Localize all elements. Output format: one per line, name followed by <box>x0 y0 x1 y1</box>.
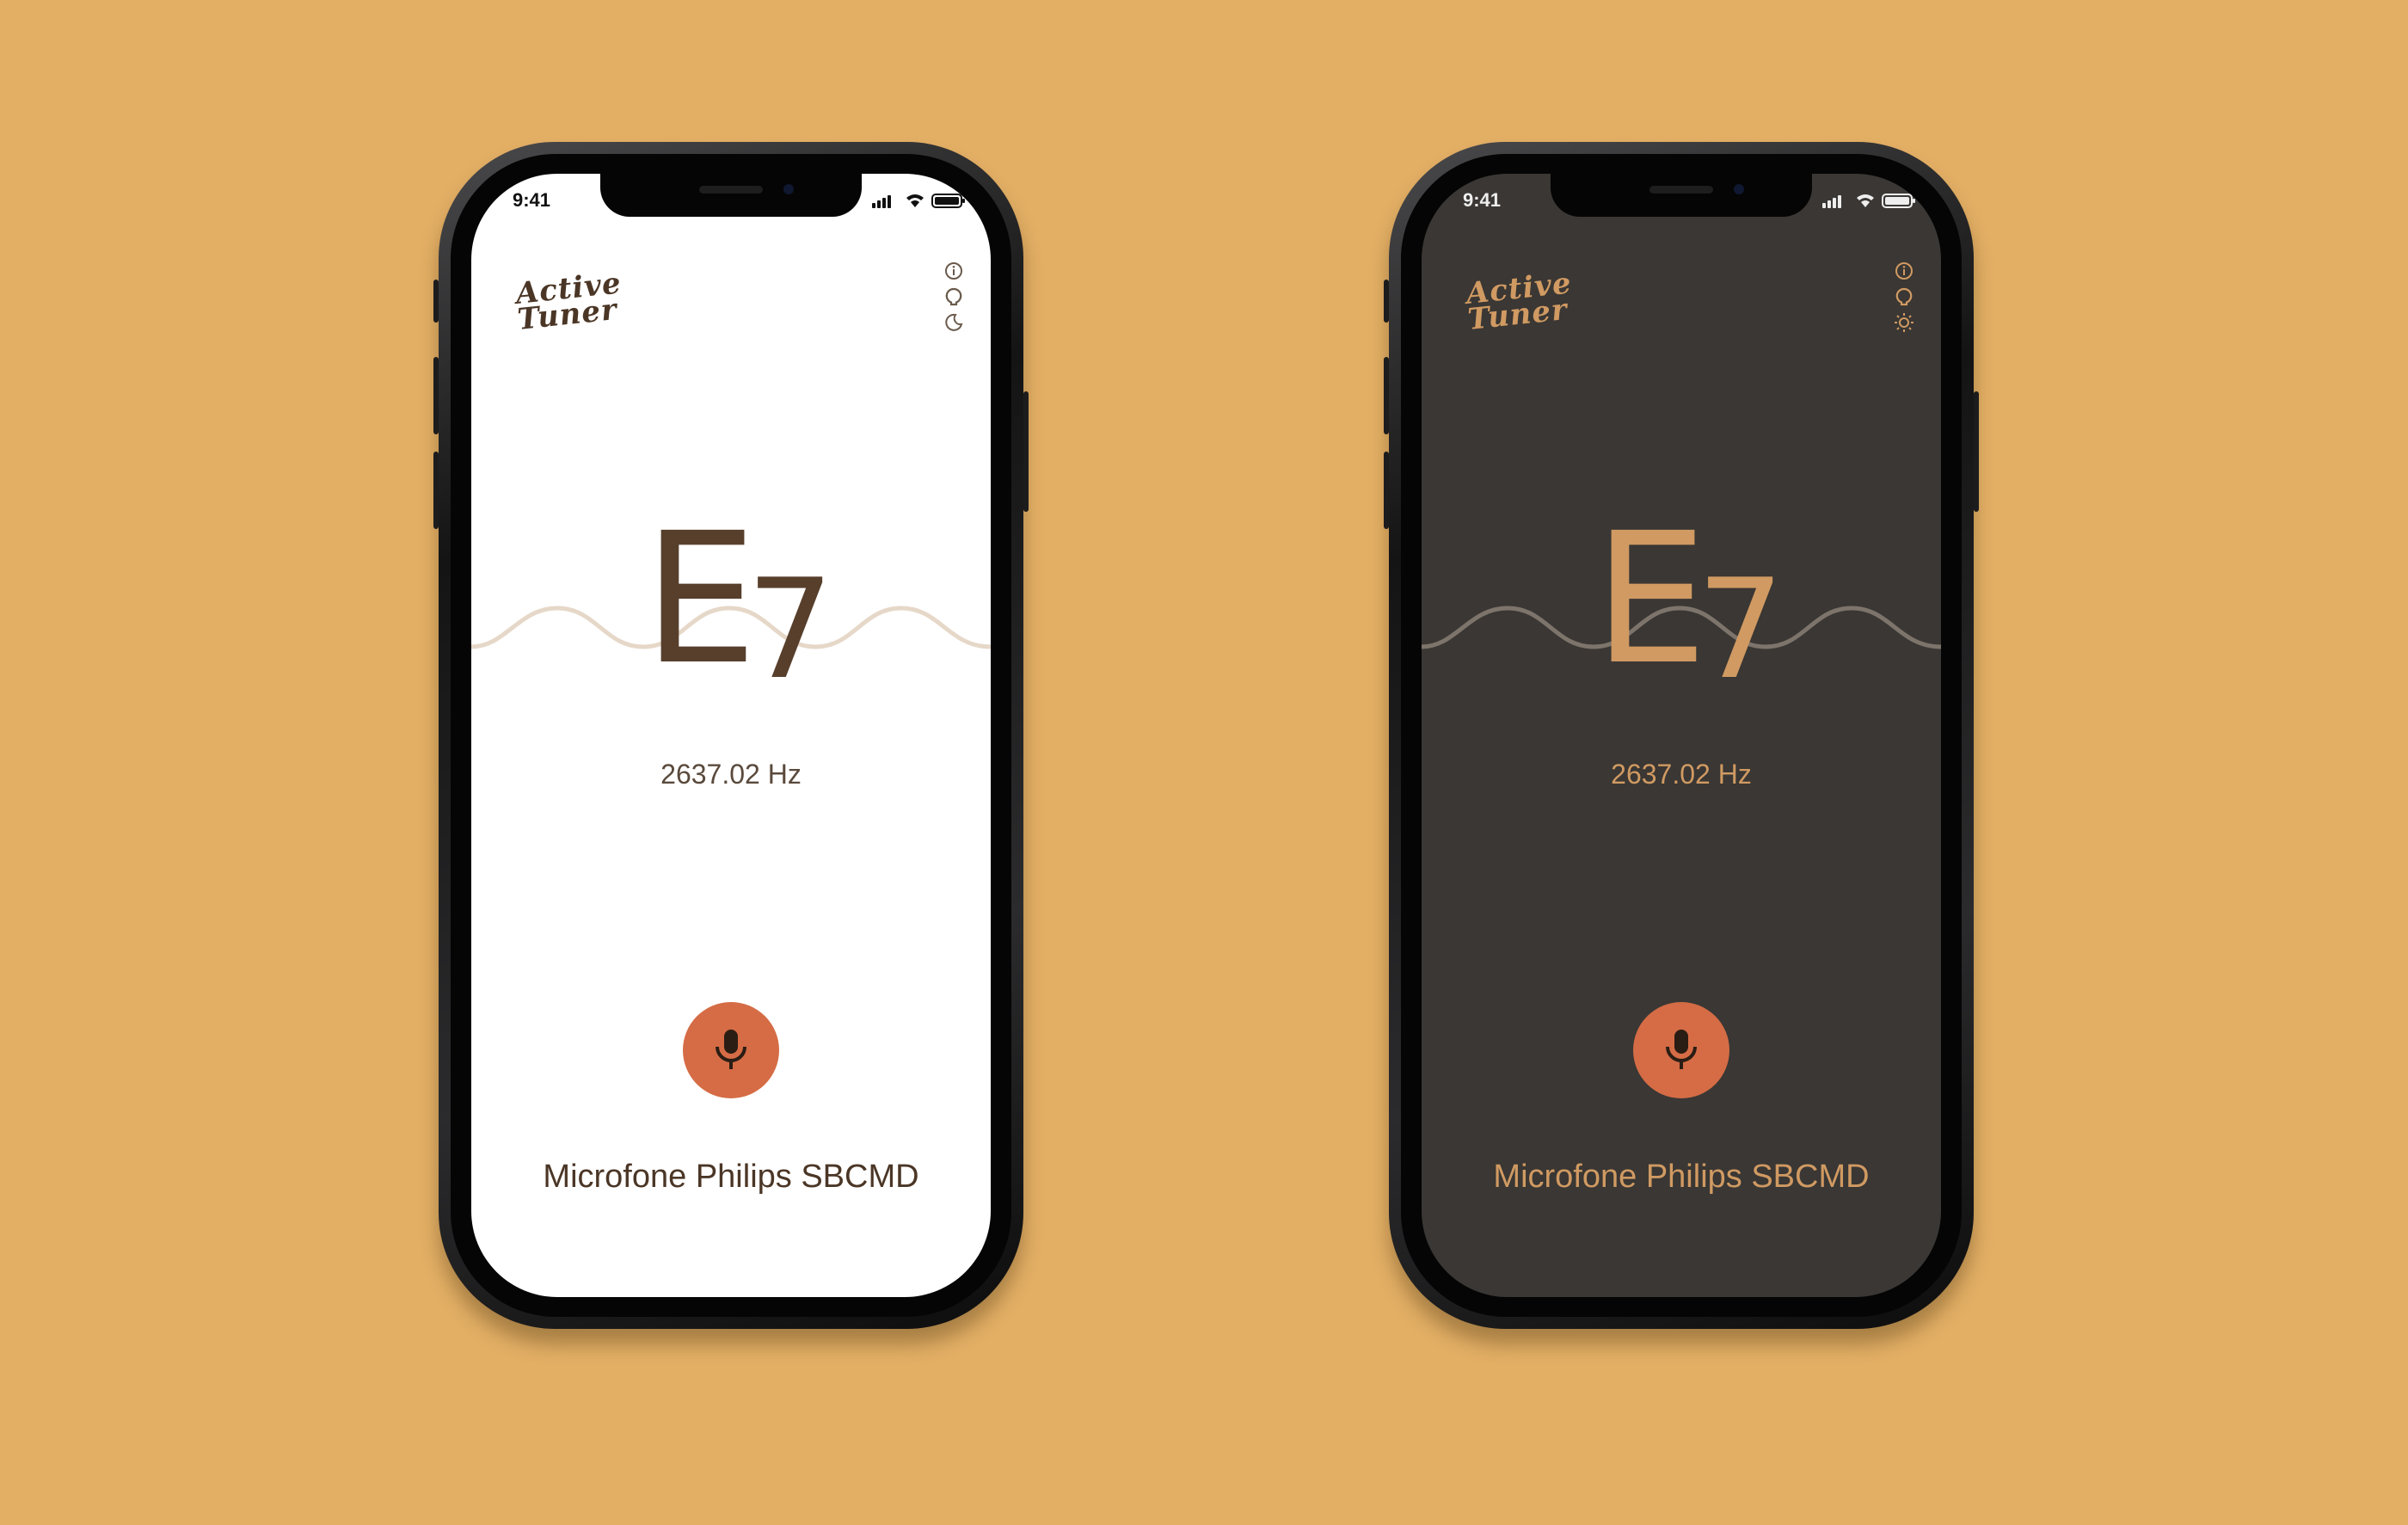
app-logo: Active Tuner <box>1465 266 1595 337</box>
note-display: E 7 <box>1422 509 1941 716</box>
note-letter: E <box>643 494 758 704</box>
notch <box>600 174 862 217</box>
frequency-readout: 2637.02 Hz <box>660 759 802 790</box>
status-icons <box>1822 194 1915 208</box>
phone-dark: 9:41 Active Tuner E 7 2637.02 Hz Microfo… <box>1384 142 1979 1329</box>
app-logo: Active Tuner <box>514 266 645 337</box>
top-icon-bar <box>943 260 965 337</box>
github-icon[interactable] <box>943 286 965 308</box>
top-icon-bar <box>1893 260 1915 337</box>
microphone-icon <box>716 1030 746 1069</box>
info-icon[interactable] <box>943 260 965 282</box>
power-button <box>1023 391 1029 512</box>
silent-switch <box>1384 280 1389 323</box>
note-letter: E <box>1594 494 1708 704</box>
microphone-button[interactable] <box>683 1002 779 1098</box>
volume-down-button <box>1384 452 1389 529</box>
status-time: 9:41 <box>513 189 551 211</box>
note-display: E 7 <box>471 509 991 716</box>
volume-up-button <box>433 357 439 434</box>
app-screen: 9:41 Active Tuner E 7 2637.02 Hz Microfo… <box>471 174 991 1297</box>
sun-icon[interactable] <box>1893 311 1915 334</box>
phone-light: 9:41 Active Tuner E 7 2637.02 Hz Microfo… <box>433 142 1029 1329</box>
status-time: 9:41 <box>1463 189 1502 211</box>
volume-up-button <box>1384 357 1389 434</box>
note-octave: 7 <box>746 549 834 710</box>
silent-switch <box>433 280 439 323</box>
power-button <box>1974 391 1979 512</box>
github-icon[interactable] <box>1893 286 1915 308</box>
input-device-name[interactable]: Microfone Philips SBCMD <box>471 1159 991 1196</box>
status-icons <box>872 194 965 208</box>
moon-icon[interactable] <box>943 311 965 334</box>
volume-down-button <box>433 452 439 529</box>
app-screen: 9:41 Active Tuner E 7 2637.02 Hz Microfo… <box>1422 174 1941 1297</box>
notch <box>1551 174 1812 217</box>
note-octave: 7 <box>1697 549 1784 710</box>
microphone-icon <box>1666 1030 1697 1069</box>
frequency-readout: 2637.02 Hz <box>1611 759 1752 790</box>
input-device-name[interactable]: Microfone Philips SBCMD <box>1422 1159 1941 1196</box>
microphone-button[interactable] <box>1633 1002 1729 1098</box>
info-icon[interactable] <box>1893 260 1915 282</box>
